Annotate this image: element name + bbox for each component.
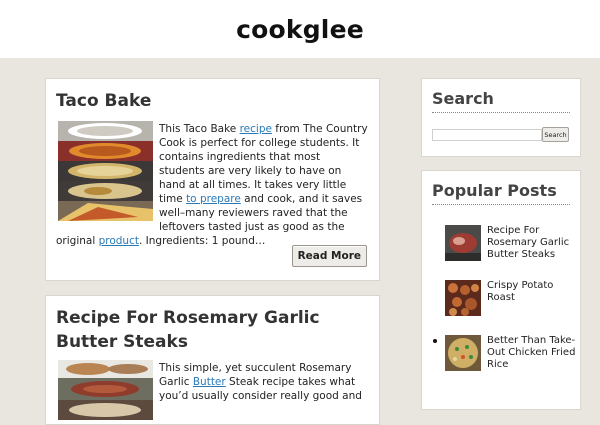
excerpt-text: . Ingredients: 1 pound… (138, 235, 266, 247)
fried-rice-thumb-photo (445, 335, 481, 371)
popular-post-thumbnail[interactable] (445, 280, 481, 316)
butter-link[interactable]: Butter (193, 376, 226, 388)
popular-post-title[interactable]: Better Than Take-Out Chicken Fried Rice (487, 335, 579, 371)
search-button[interactable]: Search (542, 127, 569, 142)
potato-thumb-photo (445, 280, 481, 316)
site-header: cookglee (0, 0, 600, 58)
post-title[interactable]: Recipe For Rosemary Garlic Butter Steaks (56, 306, 366, 354)
excerpt-text: This Taco Bake (159, 123, 240, 135)
steak-thumb-photo (445, 225, 481, 261)
popular-post-thumbnail[interactable] (445, 335, 481, 371)
search-widget: Search Search (421, 78, 581, 157)
to-prepare-link[interactable]: to prepare (186, 193, 241, 205)
popular-posts-widget: Popular Posts Recipe For Rosemary Garlic… (421, 170, 581, 410)
post-excerpt: This simple, yet succulent Rosemary Garl… (56, 361, 369, 425)
post-title[interactable]: Taco Bake (56, 89, 151, 113)
post-card: Recipe For Rosemary Garlic Butter Steaks… (45, 295, 380, 425)
read-more-button[interactable]: Read More (291, 245, 367, 267)
widget-title: Search (432, 89, 570, 113)
product-link[interactable]: product (99, 235, 139, 247)
widget-title: Popular Posts (432, 181, 570, 205)
popular-post-title[interactable]: Crispy Potato Roast (487, 280, 579, 304)
recipe-link[interactable]: recipe (240, 123, 272, 135)
list-bullet-icon (433, 339, 437, 343)
site-title[interactable]: cookglee (236, 15, 364, 44)
popular-post-title[interactable]: Recipe For Rosemary Garlic Butter Steaks (487, 225, 579, 261)
post-card: Taco Bake This Taco Bake recipe from The… (45, 78, 380, 281)
search-input[interactable] (432, 129, 542, 141)
post-excerpt: This Taco Bake recipe from The Country C… (56, 122, 369, 248)
popular-post-thumbnail[interactable] (445, 225, 481, 261)
